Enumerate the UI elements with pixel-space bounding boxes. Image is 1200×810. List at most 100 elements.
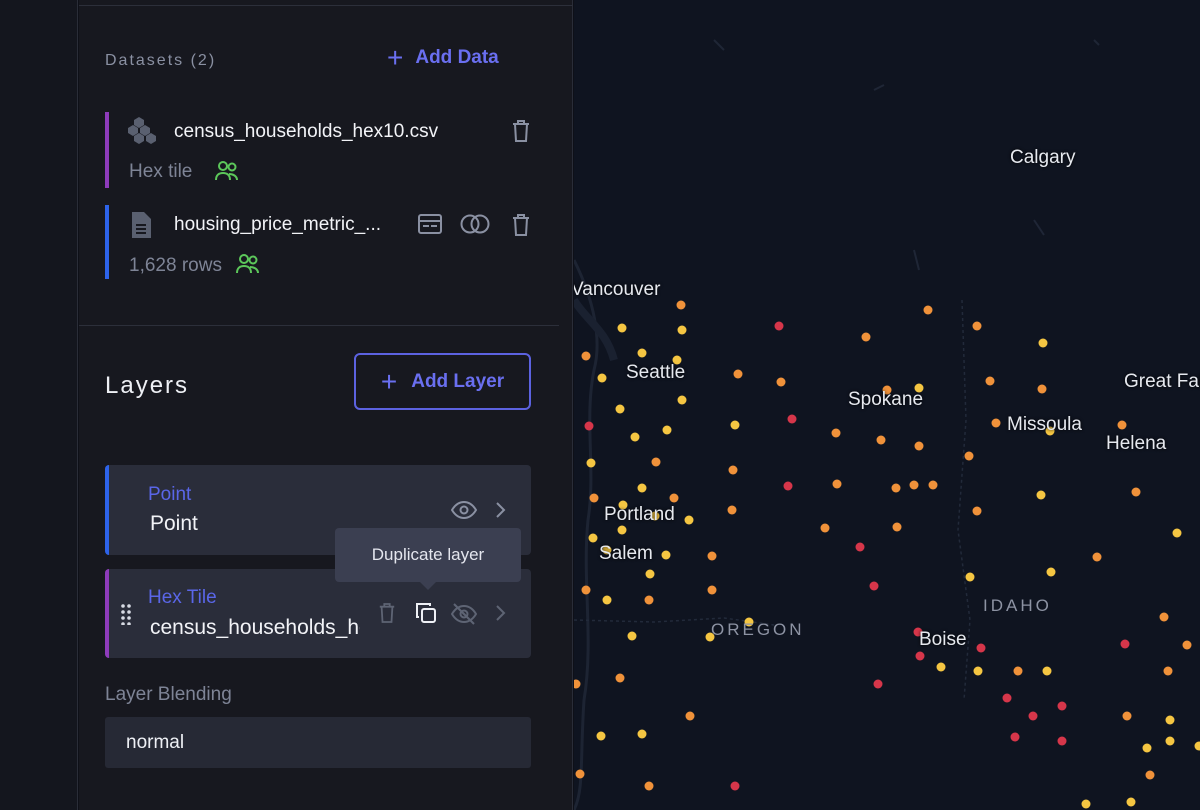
map-point [637, 348, 647, 358]
map-point [1142, 743, 1152, 753]
city-label: Missoula [1007, 414, 1082, 435]
map-point [730, 781, 740, 791]
trash-icon[interactable] [509, 212, 533, 238]
duplicate-icon[interactable] [414, 601, 438, 625]
map-point [707, 585, 717, 595]
map-point [1081, 799, 1091, 809]
dataset-subtitle: 1,628 rows [129, 255, 222, 276]
map-point [774, 321, 784, 331]
map-point [669, 493, 679, 503]
layer-color-bar [105, 569, 109, 658]
map-point [1013, 666, 1023, 676]
map-point [1037, 384, 1047, 394]
table-view-icon[interactable] [417, 213, 443, 235]
dataset-subtitle: Hex tile [129, 161, 193, 182]
map-point [630, 432, 640, 442]
dataset-item[interactable]: housing_price_metric_... 1,628 rows [105, 205, 535, 281]
map-point [661, 550, 671, 560]
map-point [586, 458, 596, 468]
eye-icon[interactable] [450, 499, 478, 521]
trash-icon[interactable] [509, 118, 533, 144]
map-point [869, 581, 879, 591]
city-label: Seattle [626, 362, 686, 383]
plus-icon: + [380, 365, 398, 397]
map-point [685, 711, 695, 721]
side-panel: Datasets (2) + Add Data census_household… [79, 0, 573, 810]
layer-type: Point [148, 484, 192, 505]
map-point [1165, 736, 1175, 746]
map-point [597, 373, 607, 383]
map-point [1010, 732, 1020, 742]
map-point [581, 351, 591, 361]
eye-off-icon[interactable] [450, 602, 478, 626]
map-point [615, 673, 625, 683]
map-point [1117, 420, 1127, 430]
map-point [662, 425, 672, 435]
map-point [1126, 797, 1136, 807]
datasets-header: Datasets (2) [105, 52, 217, 69]
layer-color-bar [105, 465, 109, 555]
map-view[interactable]: Calgary Vancouver Seattle Spokane Great … [574, 0, 1200, 810]
map-point [976, 643, 986, 653]
map-point [644, 781, 654, 791]
dataset-color-bar [105, 112, 109, 188]
map-point [1092, 552, 1102, 562]
map-point [1182, 640, 1192, 650]
map-point [787, 414, 797, 424]
top-divider [79, 5, 573, 6]
map-point [677, 395, 687, 405]
map-point [617, 525, 627, 535]
layer-name[interactable]: Point [150, 512, 360, 536]
chevron-right-icon[interactable] [493, 603, 509, 623]
plus-icon: + [387, 42, 404, 73]
layers-title: Layers [105, 372, 190, 399]
layer-blending-select[interactable]: normal [105, 717, 531, 768]
tooltip: Duplicate layer [335, 528, 521, 590]
map-point [1163, 666, 1173, 676]
map-point [855, 542, 865, 552]
map-point [991, 418, 1001, 428]
map-point [596, 731, 606, 741]
section-divider [79, 325, 559, 326]
city-label: Spokane [848, 389, 924, 410]
layer-card-hex-tile[interactable]: Hex Tile census_households_hex10 [105, 569, 531, 658]
map-point [728, 465, 738, 475]
city-label: Great Falls [1124, 371, 1200, 392]
map-point [861, 332, 871, 342]
map-point [1002, 693, 1012, 703]
layer-name[interactable]: census_households_hex10 [150, 616, 360, 640]
region-label: IDAHO [983, 596, 1052, 615]
map-point [783, 481, 793, 491]
map-point [1165, 715, 1175, 725]
trash-icon[interactable] [377, 601, 397, 625]
map-point [1042, 666, 1052, 676]
map-point [1036, 490, 1046, 500]
map-point [644, 595, 654, 605]
map-point [1145, 770, 1155, 780]
map-point [1028, 711, 1038, 721]
people-icon [236, 253, 260, 275]
dataset-name: census_households_hex10.csv [174, 121, 439, 142]
map-point [1046, 567, 1056, 577]
map-point [730, 420, 740, 430]
drag-handle-icon[interactable] [119, 602, 133, 626]
map-point [588, 533, 598, 543]
layer-blending-label: Layer Blending [105, 684, 232, 705]
map-point [873, 679, 883, 689]
join-icon[interactable] [459, 213, 491, 235]
map-point [1120, 639, 1130, 649]
map-point [832, 479, 842, 489]
map-point [891, 483, 901, 493]
add-layer-button[interactable]: + Add Layer [354, 353, 531, 410]
hex-dataset-icon [125, 116, 159, 148]
dataset-item[interactable]: census_households_hex10.csv Hex tile [105, 112, 535, 188]
add-data-button[interactable]: + Add Data [387, 42, 499, 73]
map-point [820, 523, 830, 533]
map-point [965, 572, 975, 582]
map-point [575, 769, 585, 779]
map-point [637, 729, 647, 739]
map-point [627, 631, 637, 641]
map-point [915, 651, 925, 661]
map-point [964, 451, 974, 461]
chevron-right-icon[interactable] [493, 500, 509, 520]
